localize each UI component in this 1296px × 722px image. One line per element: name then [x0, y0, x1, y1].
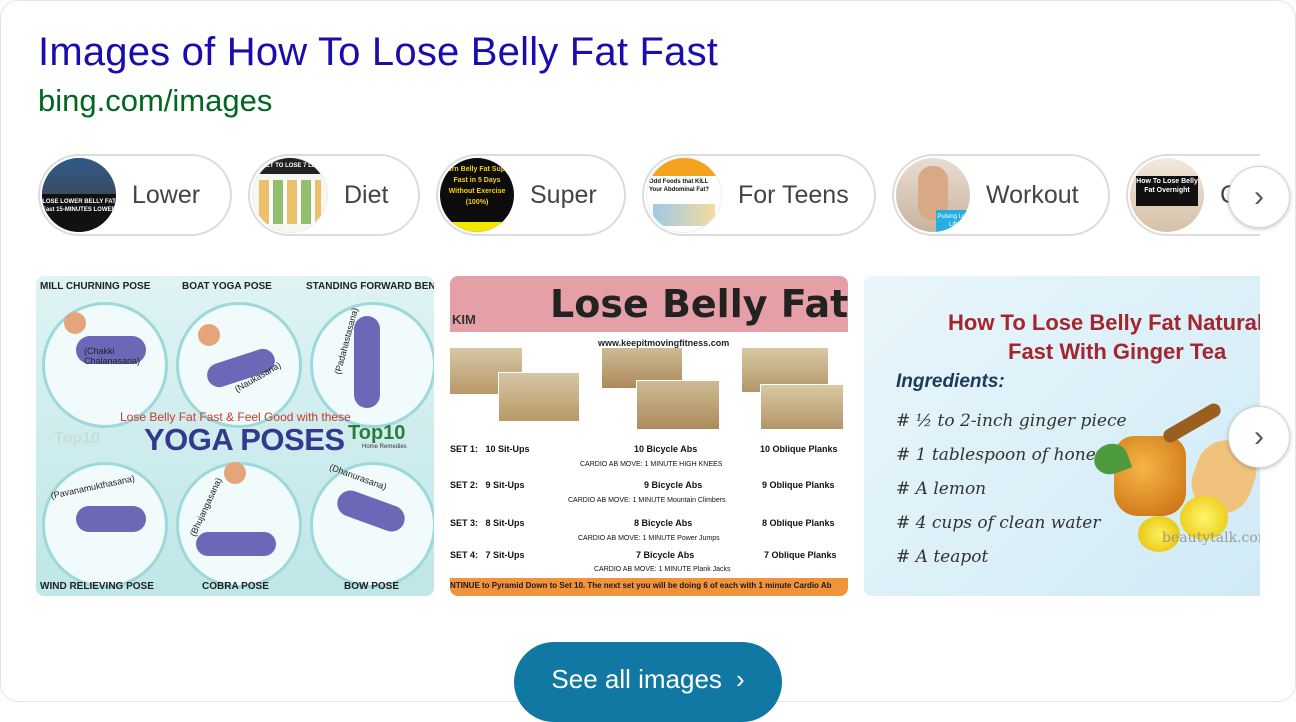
set-item: 9 Oblique Planks [762, 480, 835, 490]
yoga-headline: YOGA POSES [144, 422, 345, 457]
cardio-line: CARDIO AB MOVE: 1 MINUTE Plank Jacks [594, 566, 731, 573]
chip-thumb-super: Burn Belly Fat Super Fast in 5 Days With… [440, 158, 514, 232]
belly-url: www.keepitmovingfitness.com [598, 338, 730, 348]
set-item: 7 Bicycle Abs [636, 550, 695, 560]
set-item: 8 Bicycle Abs [634, 518, 693, 528]
top10-logo: Top10 [348, 422, 406, 444]
ingredient-item: # A teapot [896, 547, 989, 567]
chip-thumb-diet: DIET TO LOSE 7 LBS [252, 157, 328, 233]
honey-jar [1114, 436, 1186, 516]
images-title-link[interactable]: Images of How To Lose Belly Fat Fast [38, 30, 718, 75]
ingredient-item: # 1 tablespoon of honey [896, 445, 1106, 465]
chip-super[interactable]: Burn Belly Fat Super Fast in 5 Days With… [436, 154, 626, 236]
pose-label: MILL CHURNING POSE [40, 281, 151, 292]
chip-label: Diet [344, 180, 389, 209]
set-item: 10 Bicycle Abs [634, 444, 698, 454]
belly-title: Lose Belly Fat [550, 282, 848, 326]
set-label: SET 2: [450, 480, 479, 490]
set-item: 7 Oblique Planks [764, 550, 837, 560]
kim-logo: KIM [452, 312, 476, 327]
pose-label: BOW POSE [344, 581, 400, 592]
chevron-right-icon: › [735, 664, 745, 694]
image-results: MILL CHURNING POSE BOAT YOGA POSE STANDI… [36, 276, 1260, 598]
set-item: 9 Bicycle Abs [644, 480, 703, 490]
chip-diet[interactable]: DIET TO LOSE 7 LBS Diet [248, 154, 420, 236]
cardio-line: CARDIO AB MOVE: 1 MINUTE HIGH KNEES [580, 461, 723, 468]
chip-for-teens[interactable]: Odd Foods that KILL Your Abdominal Fat? … [642, 154, 876, 236]
ingredients-label: Ingredients: [896, 371, 1005, 392]
ingredient-item: # 4 cups of clean water [896, 513, 1101, 533]
pose-label: COBRA POSE [202, 581, 269, 592]
chip-thumb-text: Pulsing Leg Lift [936, 210, 970, 232]
cardio-line: CARDIO AB MOVE: 1 MINUTE Power Jumps [578, 535, 720, 542]
ingredient-item: # ½ to 2-inch ginger piece [896, 411, 1127, 431]
chip-thumb-text: How To Lose Belly Fat Overnight [1136, 176, 1198, 206]
chip-thumb-text: Odd Foods that KILL Your Abdominal Fat? [649, 179, 709, 193]
pose-name: (Chakki Chalanasana) [84, 346, 141, 366]
chip-thumb-workout: Pulsing Leg Lift [896, 158, 970, 232]
chip-label: Workout [986, 180, 1079, 209]
image-result-lose-belly-fat[interactable]: Lose Belly Fat KIM www.keepitmovingfitne… [450, 276, 848, 596]
set-label: SET 4: [450, 550, 479, 560]
images-next-button[interactable]: › [1228, 406, 1290, 468]
chip-thumb-text: LOSE LOWER BELLY FAT Fast 15-MINUTES LOW… [42, 194, 116, 232]
set-item: 10 Sit-Ups [485, 444, 530, 454]
chevron-right-icon: › [1254, 420, 1264, 453]
top10-logo-sub: Home Remedies [362, 444, 407, 450]
chip-label: Lower [132, 180, 201, 209]
cardio-line: CARDIO AB MOVE: 1 MINUTE Mountain Climbe… [568, 497, 726, 504]
chips-next-button[interactable]: › [1228, 166, 1290, 228]
watermark: Top10 [54, 430, 100, 447]
set-item: 8 Sit-Ups [485, 518, 525, 528]
see-all-images-button[interactable]: See all images › [514, 642, 782, 722]
chip-thumb-for-teens: Odd Foods that KILL Your Abdominal Fat? [646, 157, 722, 233]
chip-lower[interactable]: LOSE LOWER BELLY FAT Fast 15-MINUTES LOW… [38, 154, 232, 236]
image-result-ginger-tea[interactable]: How To Lose Belly Fat Naturally & Fast W… [864, 276, 1260, 596]
set-item: 10 Oblique Planks [760, 444, 838, 454]
set-label: SET 3: [450, 518, 479, 528]
chip-workout[interactable]: Pulsing Leg Lift Workout [892, 154, 1110, 236]
chip-thumb-text: Burn Belly Fat Super Fast in 5 Days With… [442, 166, 512, 206]
pose-label: STANDING FORWARD BEND [306, 281, 434, 292]
chevron-right-icon: › [1254, 180, 1264, 213]
source-url: bing.com/images [38, 83, 273, 118]
related-searches-chips: LOSE LOWER BELLY FAT Fast 15-MINUTES LOW… [38, 154, 1260, 238]
chip-thumb-c: How To Lose Belly Fat Overnight [1130, 158, 1204, 232]
set-item: 7 Sit-Ups [485, 550, 525, 560]
ginger-title-line2: Fast With Ginger Tea [1008, 339, 1227, 364]
belly-footer: NTINUE to Pyramid Down to Set 10. The ne… [450, 581, 832, 590]
set-item: 9 Sit-Ups [485, 480, 525, 490]
ginger-title-line1: How To Lose Belly Fat Naturally & [948, 310, 1260, 335]
set-label: SET 1: [450, 444, 479, 454]
ingredient-item: # A lemon [896, 479, 987, 499]
watermark: beautytalk.com [1162, 530, 1260, 546]
chip-thumb-lower: LOSE LOWER BELLY FAT Fast 15-MINUTES LOW… [42, 158, 116, 232]
set-item: 8 Oblique Planks [762, 518, 835, 528]
chip-label: For Teens [738, 180, 849, 209]
pose-label: BOAT YOGA POSE [182, 281, 272, 292]
pose-label: WIND RELIEVING POSE [40, 581, 154, 592]
image-result-yoga-poses[interactable]: MILL CHURNING POSE BOAT YOGA POSE STANDI… [36, 276, 434, 596]
see-all-label: See all images [551, 664, 722, 694]
chip-thumb-text: DIET TO LOSE 7 LBS [253, 158, 327, 174]
chip-label: Super [530, 180, 597, 209]
